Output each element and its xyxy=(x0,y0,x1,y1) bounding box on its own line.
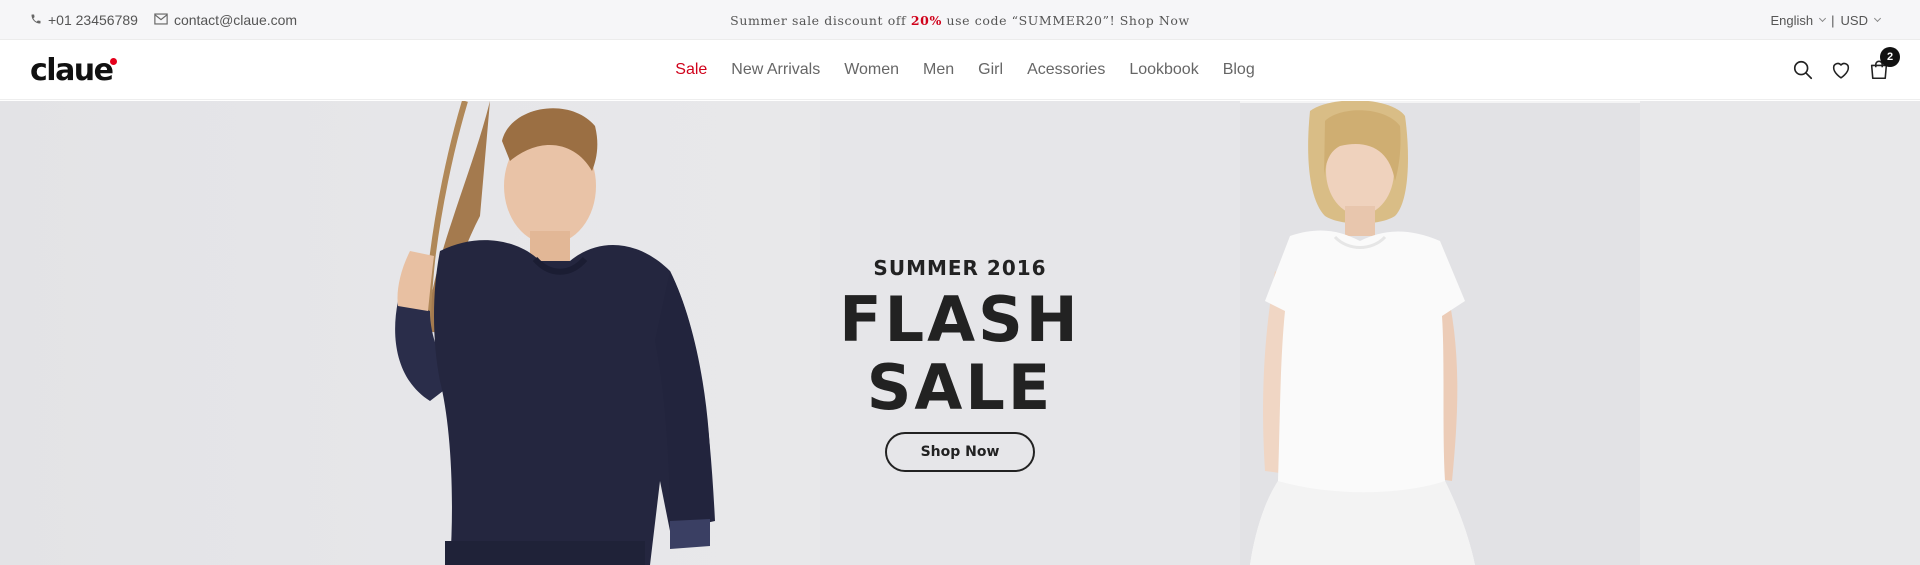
hero-panel-far-right xyxy=(1640,101,1920,565)
top-bar: +01 23456789 contact@claue.com Summer sa… xyxy=(0,0,1920,40)
locale-separator: | xyxy=(1831,12,1835,28)
nav-item-lookbook[interactable]: Lookbook xyxy=(1129,61,1198,79)
nav-item-sale[interactable]: Sale xyxy=(675,61,707,79)
search-icon xyxy=(1792,60,1814,85)
main-nav: Sale New Arrivals Women Men Girl Acessor… xyxy=(0,40,1920,100)
model-image-right xyxy=(1250,101,1475,565)
locale-switcher: English | USD xyxy=(1770,0,1882,40)
chevron-down-icon xyxy=(1873,14,1882,23)
phone-icon xyxy=(30,12,42,28)
nav-item-girl[interactable]: Girl xyxy=(978,61,1003,79)
mail-icon xyxy=(154,12,168,28)
main-header: claue Sale New Arrivals Women Men Girl A… xyxy=(0,40,1920,100)
hero-banner[interactable]: SUMMER 2016 FLASH SALE Shop Now xyxy=(0,101,1920,565)
header-actions: 2 xyxy=(1792,40,1900,100)
logo[interactable]: claue xyxy=(30,53,117,88)
cart-button[interactable]: 2 xyxy=(1868,47,1900,81)
currency-select[interactable]: USD xyxy=(1840,12,1882,28)
nav-item-blog[interactable]: Blog xyxy=(1223,61,1255,79)
nav-item-accessories[interactable]: Acessories xyxy=(1027,61,1105,79)
nav-item-men[interactable]: Men xyxy=(923,61,954,79)
shop-now-button[interactable]: Shop Now xyxy=(885,432,1035,473)
promo-text-end: use code “SUMMER20”! Shop Now xyxy=(941,12,1190,28)
nav-item-new-arrivals[interactable]: New Arrivals xyxy=(731,61,820,79)
language-select[interactable]: English xyxy=(1770,12,1827,28)
email-address: contact@claue.com xyxy=(173,12,298,28)
search-button[interactable] xyxy=(1792,59,1814,81)
model-image-left xyxy=(395,101,715,565)
email-contact[interactable]: contact@claue.com xyxy=(154,12,297,28)
phone-contact[interactable]: +01 23456789 xyxy=(30,12,138,28)
cart-count-badge: 2 xyxy=(1880,47,1900,67)
cart-icon xyxy=(1868,60,1890,85)
nav-item-women[interactable]: Women xyxy=(844,61,899,79)
logo-text: claue xyxy=(30,53,114,88)
wishlist-button[interactable] xyxy=(1830,59,1852,81)
hero-content: SUMMER 2016 FLASH SALE Shop Now xyxy=(760,256,1160,473)
currency-label: USD xyxy=(1840,12,1868,28)
heart-icon xyxy=(1830,62,1852,85)
contact-info: +01 23456789 contact@claue.com xyxy=(30,0,297,40)
phone-number: +01 23456789 xyxy=(48,12,138,28)
promo-discount: 20% xyxy=(910,12,942,28)
hero-subtitle: SUMMER 2016 xyxy=(873,256,1047,280)
language-label: English xyxy=(1770,12,1814,28)
chevron-down-icon xyxy=(1819,14,1827,23)
hero-title: FLASH SALE xyxy=(839,283,1081,425)
promo-text-start: Summer sale discount off xyxy=(730,12,911,28)
logo-dot xyxy=(109,58,117,65)
